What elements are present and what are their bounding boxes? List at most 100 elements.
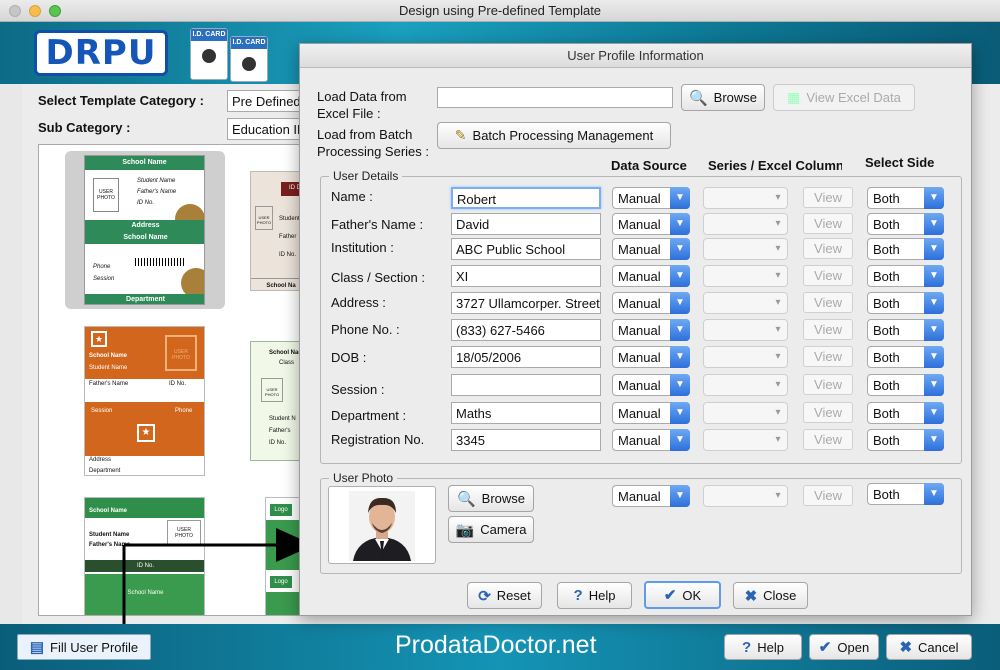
view-button[interactable]: View	[803, 319, 853, 340]
field-label: Address :	[331, 295, 386, 310]
field-input[interactable]: 3345	[451, 429, 601, 451]
chevron-down-icon: ▾	[775, 243, 781, 254]
field-input[interactable]: XI	[451, 265, 601, 287]
select-side-select[interactable]: Both ▼	[867, 346, 944, 368]
chevron-down-icon: ▾	[775, 407, 781, 418]
data-source-select[interactable]: Manual ▼	[612, 213, 690, 235]
field-input[interactable]	[451, 374, 601, 396]
chevron-down-icon: ▾	[775, 351, 781, 362]
series-column-select[interactable]: ▾	[703, 402, 788, 424]
refresh-icon: ⟳	[478, 587, 491, 605]
field-label: Registration No.	[331, 432, 425, 447]
chevron-down-icon: ▾	[775, 192, 781, 203]
chevron-down-icon: ▼	[924, 213, 944, 235]
question-icon: ?	[742, 638, 752, 656]
series-column-select[interactable]: ▾	[703, 429, 788, 451]
col-series: Series / Excel Column	[708, 158, 842, 173]
view-button[interactable]: View	[803, 374, 853, 395]
batch-processing-button[interactable]: ✎ Batch Processing Management	[437, 122, 671, 149]
open-button[interactable]: ✔ Open	[809, 634, 879, 660]
series-column-select[interactable]: ▾	[703, 265, 788, 287]
dialog-help-button[interactable]: ? Help	[557, 582, 632, 609]
chevron-down-icon: ▼	[670, 402, 690, 424]
col-data-source: Data Source	[611, 158, 687, 173]
fill-user-profile-button[interactable]: ▤ Fill User Profile	[17, 634, 151, 660]
chevron-down-icon: ▾	[775, 490, 781, 501]
select-side-select[interactable]: Both ▼	[867, 319, 944, 341]
data-source-select[interactable]: Manual ▼	[612, 319, 690, 341]
view-button[interactable]: View	[803, 292, 853, 313]
reset-button[interactable]: ⟳ Reset	[467, 582, 542, 609]
series-column-select[interactable]: ▾	[703, 187, 788, 209]
chevron-down-icon: ▼	[670, 429, 690, 451]
series-column-select[interactable]: ▾	[703, 346, 788, 368]
field-input[interactable]: Maths	[451, 402, 601, 424]
field-input[interactable]: (833) 627-5466	[451, 319, 601, 341]
view-excel-data-button[interactable]: ▦ View Excel Data	[773, 84, 915, 111]
select-side-select[interactable]: Both ▼	[867, 402, 944, 424]
view-button[interactable]: View	[803, 429, 853, 450]
chevron-down-icon: ▼	[670, 292, 690, 314]
field-input[interactable]: Robert	[451, 187, 601, 209]
data-source-select[interactable]: Manual ▼	[612, 402, 690, 424]
user-profile-dialog: User Profile Information Load Data from …	[299, 43, 972, 616]
ok-button[interactable]: ✔ OK	[644, 581, 721, 609]
chevron-down-icon: ▼	[924, 429, 944, 451]
select-side-select[interactable]: Both ▼	[867, 374, 944, 396]
field-label: Phone No. :	[331, 322, 400, 337]
excel-browse-button[interactable]: 🔍 Browse	[681, 84, 765, 111]
view-button[interactable]: View	[803, 213, 853, 234]
select-side-select[interactable]: Both ▼	[867, 213, 944, 235]
data-source-select[interactable]: Manual ▼	[612, 238, 690, 260]
chevron-down-icon: ▼	[670, 319, 690, 341]
view-button[interactable]: View	[803, 402, 853, 423]
dialog-close-button[interactable]: ✖ Close	[733, 582, 808, 609]
dialog-title: User Profile Information	[300, 44, 971, 68]
data-source-select[interactable]: Manual ▼	[612, 187, 690, 209]
photo-view-button[interactable]: View	[803, 485, 853, 506]
field-input[interactable]: David	[451, 213, 601, 235]
series-column-select[interactable]: ▾	[703, 213, 788, 235]
field-input[interactable]: 18/05/2006	[451, 346, 601, 368]
chevron-down-icon: ▼	[670, 265, 690, 287]
chevron-down-icon: ▼	[670, 346, 690, 368]
series-column-select[interactable]: ▾	[703, 374, 788, 396]
data-source-select[interactable]: Manual ▼	[612, 429, 690, 451]
user-photo-preview[interactable]	[328, 486, 436, 564]
view-button[interactable]: View	[803, 265, 853, 286]
data-source-select[interactable]: Manual ▼	[612, 292, 690, 314]
field-input[interactable]: ABC Public School	[451, 238, 601, 260]
select-side-select[interactable]: Both ▼	[867, 429, 944, 451]
help-button[interactable]: ? Help	[724, 634, 802, 660]
photo-source-select[interactable]: Manual ▼	[612, 485, 690, 507]
cancel-button[interactable]: ✖ Cancel	[886, 634, 972, 660]
chevron-down-icon: ▾	[775, 434, 781, 445]
series-column-select[interactable]: ▾	[703, 319, 788, 341]
photo-series-select[interactable]: ▾	[703, 485, 788, 507]
select-side-select[interactable]: Both ▼	[867, 187, 944, 209]
data-source-select[interactable]: Manual ▼	[612, 346, 690, 368]
chevron-down-icon: ▼	[924, 346, 944, 368]
chevron-down-icon: ▼	[924, 292, 944, 314]
chevron-down-icon: ▼	[924, 265, 944, 287]
photo-browse-button[interactable]: 🔍 Browse	[448, 485, 534, 512]
series-column-select[interactable]: ▾	[703, 292, 788, 314]
series-column-select[interactable]: ▾	[703, 238, 788, 260]
data-source-select[interactable]: Manual ▼	[612, 265, 690, 287]
view-button[interactable]: View	[803, 238, 853, 259]
view-button[interactable]: View	[803, 187, 853, 208]
chevron-down-icon: ▼	[924, 319, 944, 341]
data-source-select[interactable]: Manual ▼	[612, 374, 690, 396]
check-icon: ✔	[818, 639, 832, 656]
camera-button[interactable]: 📷 Camera	[448, 516, 534, 543]
chevron-down-icon: ▼	[924, 238, 944, 260]
select-side-select[interactable]: Both ▼	[867, 238, 944, 260]
view-button[interactable]: View	[803, 346, 853, 367]
profile-icon: ▤	[29, 639, 45, 656]
select-side-select[interactable]: Both ▼	[867, 265, 944, 287]
select-side-select[interactable]: Both ▼	[867, 292, 944, 314]
field-label: DOB :	[331, 350, 367, 365]
field-input[interactable]: 3727 Ullamcorper. Street	[451, 292, 601, 314]
photo-side-select[interactable]: Both ▼	[867, 483, 944, 505]
excel-path-input[interactable]	[437, 87, 673, 108]
